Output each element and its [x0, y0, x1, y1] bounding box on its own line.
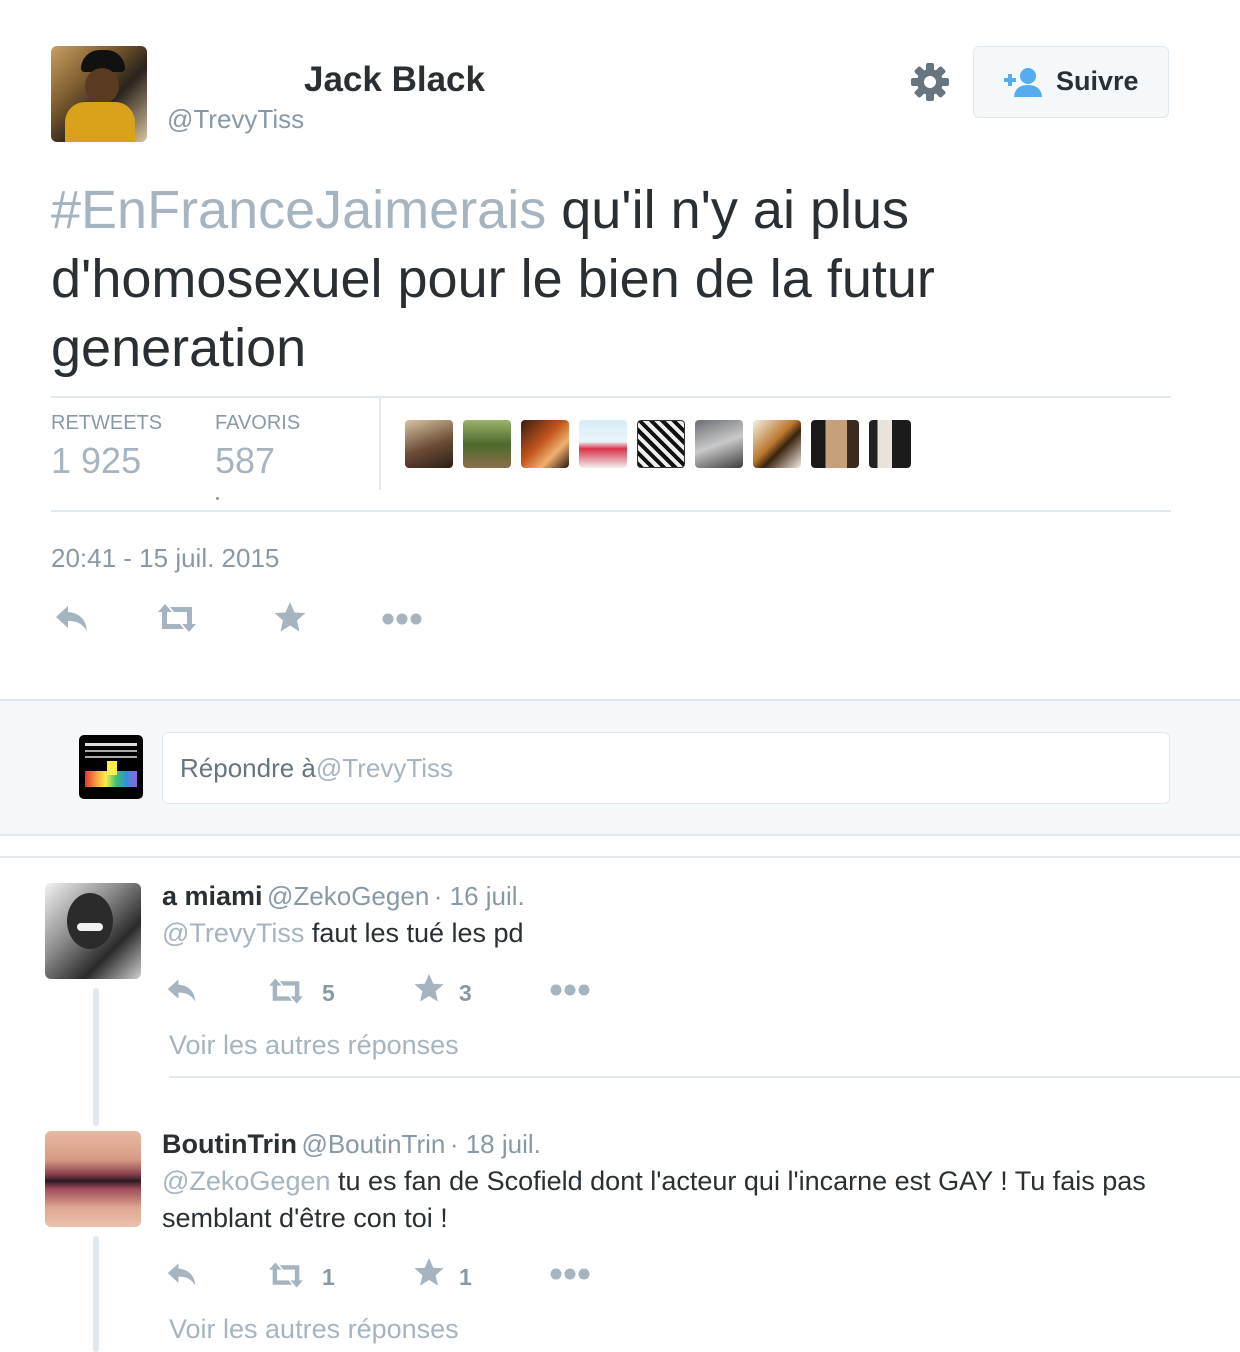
reply-placeholder-prefix: Répondre à — [180, 752, 316, 783]
reply-mention[interactable]: @ZekoGegen — [162, 1166, 331, 1196]
current-user-avatar[interactable] — [79, 735, 143, 799]
favoriter-avatar[interactable] — [637, 420, 685, 468]
favoriter-avatar[interactable] — [695, 420, 743, 468]
reply-text: @TrevyTiss faut les tué les pd — [162, 915, 1162, 952]
favoriter-avatar[interactable] — [869, 420, 911, 468]
view-more-replies-link[interactable]: Voir les autres réponses — [169, 1314, 459, 1345]
retweets-count[interactable]: 1 925 — [51, 440, 141, 482]
divider — [169, 1076, 1240, 1078]
reply-author-name[interactable]: a miami — [162, 881, 263, 911]
divider — [51, 510, 1171, 512]
favorite-star-icon[interactable] — [273, 600, 307, 634]
reply-avatar[interactable] — [45, 883, 141, 979]
reply-icon[interactable] — [54, 600, 90, 636]
reply-date[interactable]: · 18 juil. — [450, 1129, 541, 1159]
more-dots-icon[interactable] — [550, 983, 590, 997]
reply-icon[interactable] — [165, 974, 199, 1006]
more-dots-icon[interactable] — [550, 1267, 590, 1281]
reply-input[interactable]: Répondre à @TrevyTiss — [162, 732, 1170, 804]
dot — [216, 497, 219, 500]
reply-placeholder-mention: @TrevyTiss — [315, 752, 454, 783]
stats-divider — [379, 398, 381, 490]
favorite-star-icon[interactable] — [413, 1256, 445, 1288]
reply-text: @ZekoGegen tu es fan de Scofield dont l'… — [162, 1163, 1152, 1237]
reply-icon[interactable] — [165, 1258, 199, 1290]
more-dots-icon[interactable] — [382, 612, 422, 626]
favoriter-avatar[interactable] — [753, 420, 801, 468]
author-name[interactable]: Jack Black — [304, 60, 485, 100]
reply-mention[interactable]: @TrevyTiss — [162, 918, 304, 948]
favoriter-avatar[interactable] — [579, 420, 627, 468]
reply-header: a miami @ZekoGegen · 16 juil. — [162, 881, 525, 912]
reply-header: BoutinTrin @BoutinTrin · 18 juil. — [162, 1129, 541, 1160]
retweet-count: 1 — [322, 1264, 335, 1290]
thread-line — [93, 988, 99, 1126]
reply-avatar[interactable] — [45, 1131, 141, 1227]
divider — [0, 856, 1240, 858]
thread-line — [93, 1236, 99, 1352]
favoriter-avatar[interactable] — [521, 420, 569, 468]
retweet-icon[interactable] — [156, 600, 198, 636]
divider — [51, 396, 1171, 398]
author-avatar[interactable] — [51, 46, 147, 142]
favorite-count: 3 — [459, 980, 472, 1006]
favoriter-avatar[interactable] — [405, 420, 453, 468]
favoriter-avatar[interactable] — [463, 420, 511, 468]
follow-button[interactable]: Suivre — [973, 46, 1169, 118]
favorite-count: 1 — [459, 1264, 472, 1290]
author-handle[interactable]: @TrevyTiss — [167, 104, 304, 135]
follow-label: Suivre — [1056, 66, 1139, 96]
favorite-star-icon[interactable] — [413, 972, 445, 1004]
reply-author-handle[interactable]: @ZekoGegen — [267, 881, 429, 911]
retweets-label[interactable]: RETWEETS — [51, 412, 162, 435]
tweet-text: #EnFranceJaimerais qu'il n'y ai plus d'h… — [51, 176, 1171, 383]
favorites-count[interactable]: 587 — [215, 440, 275, 482]
hashtag-link[interactable]: #EnFranceJaimerais — [51, 180, 546, 240]
retweet-icon[interactable] — [266, 975, 306, 1007]
reply-date[interactable]: · 16 juil. — [434, 881, 525, 911]
gear-icon[interactable] — [908, 60, 952, 104]
follow-person-icon — [1004, 67, 1044, 97]
retweet-icon[interactable] — [266, 1259, 306, 1291]
tweet-timestamp[interactable]: 20:41 - 15 juil. 2015 — [51, 543, 279, 574]
view-more-replies-link[interactable]: Voir les autres réponses — [169, 1030, 459, 1061]
reply-body: faut les tué les pd — [304, 918, 524, 948]
favoriter-avatar[interactable] — [811, 420, 859, 468]
retweet-count: 5 — [322, 980, 335, 1006]
reply-author-handle[interactable]: @BoutinTrin — [301, 1129, 445, 1159]
favorites-label[interactable]: FAVORIS — [215, 412, 300, 435]
reply-author-name[interactable]: BoutinTrin — [162, 1129, 297, 1159]
